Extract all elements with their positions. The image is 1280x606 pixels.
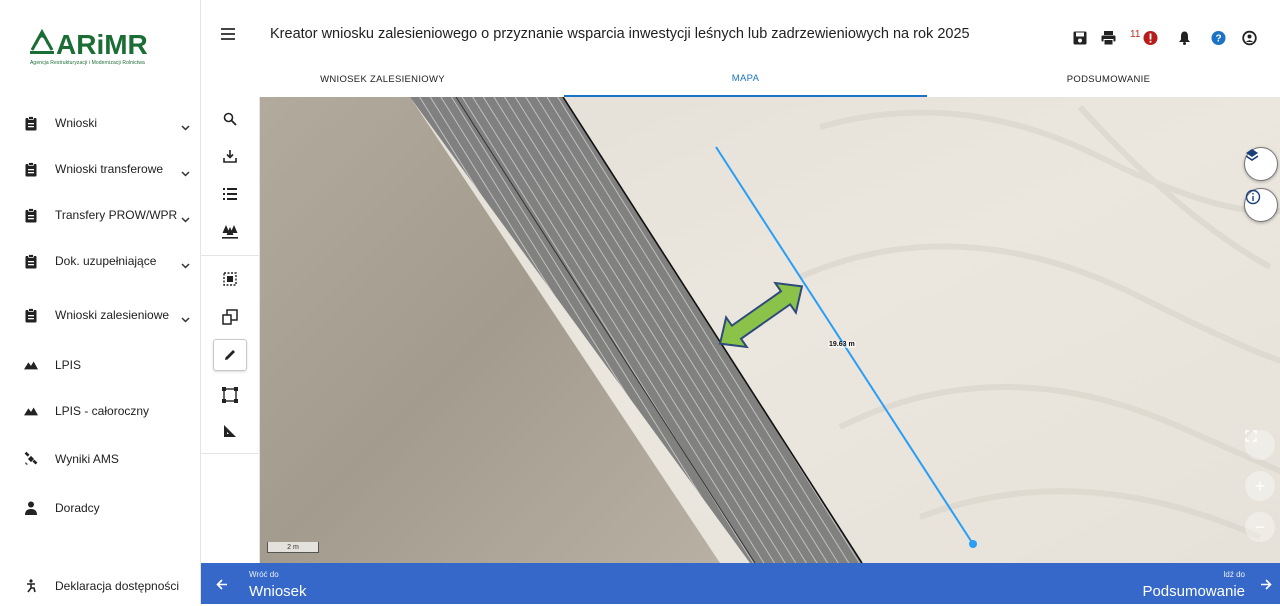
page-title: Kreator wniosku zalesieniowego o przyzna… xyxy=(270,26,970,42)
measure-endpoint[interactable] xyxy=(969,540,977,548)
plus-icon: + xyxy=(1254,476,1266,496)
tab-bar: WNIOSEK ZALESIENIOWY MAPA PODSUMOWANIE xyxy=(201,62,1280,97)
save-icon[interactable] xyxy=(1073,28,1087,48)
clipboard-icon xyxy=(24,115,38,131)
sidebar-item-label: LPIS - całoroczny xyxy=(55,404,150,418)
alert-icon[interactable] xyxy=(1143,28,1158,48)
forward-caption: Idź do xyxy=(1223,570,1245,579)
wizard-footer: Wróć do Wniosek Idź do Podsumowanie xyxy=(201,563,1280,604)
notification-count: 11 xyxy=(1130,29,1141,40)
measurement-label: 19.63 m xyxy=(828,341,856,348)
logo-tagline: Agencja Restrukturyzacji i Modernizacji … xyxy=(30,60,145,66)
search-icon[interactable] xyxy=(213,103,247,135)
list-icon[interactable] xyxy=(213,178,247,210)
clipboard-icon xyxy=(24,307,38,323)
map-view[interactable]: 19.63 m 2 m + − xyxy=(260,97,1280,563)
sidebar-item-wnioski-zalesieniowe[interactable]: Wnioski zalesieniowe xyxy=(0,295,201,335)
download-icon[interactable] xyxy=(213,140,247,172)
back-button[interactable]: Wróć do Wniosek xyxy=(201,563,401,604)
sidebar-item-label: Deklaracja dostępności xyxy=(55,579,180,593)
measure-icon[interactable] xyxy=(213,415,247,447)
zoom-in-button[interactable]: + xyxy=(1245,471,1275,501)
back-caption: Wróć do xyxy=(249,570,279,579)
sidebar-item-doradcy[interactable]: Doradcy xyxy=(0,488,201,528)
clipboard-icon xyxy=(24,161,38,177)
menu-icon[interactable] xyxy=(221,28,235,40)
clipboard-icon xyxy=(24,253,38,269)
sidebar-item-wyniki-ams[interactable]: Wyniki AMS xyxy=(0,439,201,479)
minus-icon: − xyxy=(1254,517,1266,537)
forward-button[interactable]: Idź do Podsumowanie xyxy=(1080,563,1280,604)
sidebar-item-accessibility[interactable]: Deklaracja dostępności xyxy=(0,566,201,606)
svg-text:?: ? xyxy=(1215,34,1221,45)
arimr-logo[interactable]: ARiMR Agencja Restrukturyzacji i Moderni… xyxy=(30,24,180,74)
sidebar-item-label: Wnioski zalesieniowe xyxy=(55,308,170,322)
person-icon xyxy=(24,500,38,516)
sidebar: ARiMR Agencja Restrukturyzacji i Moderni… xyxy=(0,0,201,604)
sidebar-item-lpis-caloroczny[interactable]: LPIS - całoroczny xyxy=(0,391,201,431)
arrow-right-icon xyxy=(1261,579,1272,590)
chevron-down-icon[interactable] xyxy=(181,256,191,269)
layers-button[interactable] xyxy=(1244,147,1278,181)
sidebar-item-dok-uzupelniajace[interactable]: Dok. uzupełniające xyxy=(0,241,201,281)
chevron-down-icon[interactable] xyxy=(181,164,191,177)
select-area-icon[interactable] xyxy=(213,263,247,295)
sidebar-item-label: LPIS xyxy=(55,358,82,372)
sidebar-item-label: Wnioski transferowe xyxy=(55,162,164,176)
sidebar-item-label: Wyniki AMS xyxy=(55,452,119,466)
scale-bar: 2 m xyxy=(267,542,319,553)
zoom-out-button[interactable]: − xyxy=(1245,512,1275,542)
tab-mapa[interactable]: MAPA xyxy=(564,62,927,97)
info-icon xyxy=(1245,189,1261,205)
header: Kreator wniosku zalesieniowego o przyzna… xyxy=(201,0,1280,97)
arrow-left-icon xyxy=(216,579,227,590)
sidebar-item-transfery-prow-wpr[interactable]: Transfery PROW/WPR xyxy=(0,195,201,235)
logo-text: ARiMR xyxy=(56,29,148,60)
info-button[interactable] xyxy=(1244,188,1278,222)
sidebar-item-wnioski-transferowe[interactable]: Wnioski transferowe xyxy=(0,149,201,189)
sidebar-item-lpis[interactable]: LPIS xyxy=(0,345,201,385)
print-icon[interactable] xyxy=(1101,28,1116,48)
fullscreen-button[interactable] xyxy=(1245,430,1275,460)
satellite-icon xyxy=(24,451,38,467)
account-icon[interactable] xyxy=(1242,28,1257,48)
map-toolbar xyxy=(201,97,260,563)
toolbar-divider xyxy=(201,255,260,256)
draw-icon[interactable] xyxy=(213,339,247,371)
chevron-down-icon[interactable] xyxy=(181,310,191,323)
sidebar-item-label: Dok. uzupełniające xyxy=(55,254,157,268)
chevron-down-icon[interactable] xyxy=(181,210,191,223)
rectangle-select-icon[interactable] xyxy=(213,379,247,411)
clipboard-icon xyxy=(24,207,38,223)
sidebar-item-label: Transfery PROW/WPR xyxy=(55,208,178,222)
bell-icon[interactable] xyxy=(1178,28,1191,48)
forward-target: Podsumowanie xyxy=(1142,583,1245,600)
sidebar-item-wnioski[interactable]: Wnioski xyxy=(0,103,201,143)
tab-wniosek-zalesieniowy[interactable]: WNIOSEK ZALESIENIOWY xyxy=(201,62,564,97)
accessibility-icon xyxy=(24,578,38,594)
help-icon[interactable]: ? xyxy=(1211,28,1226,48)
map-canvas[interactable] xyxy=(260,97,1280,563)
forest-icon[interactable] xyxy=(213,215,247,247)
terrain-icon xyxy=(24,357,38,373)
fullscreen-icon xyxy=(1245,430,1257,442)
terrain-icon xyxy=(24,403,38,419)
toolbar-divider xyxy=(201,453,260,454)
sidebar-item-label: Wnioski xyxy=(55,116,98,130)
back-target: Wniosek xyxy=(249,583,307,600)
tab-podsumowanie[interactable]: PODSUMOWANIE xyxy=(927,62,1280,97)
layers-icon xyxy=(1245,149,1259,161)
chevron-down-icon[interactable] xyxy=(181,118,191,131)
sidebar-item-label: Doradcy xyxy=(55,501,100,515)
copy-shape-icon[interactable] xyxy=(213,301,247,333)
